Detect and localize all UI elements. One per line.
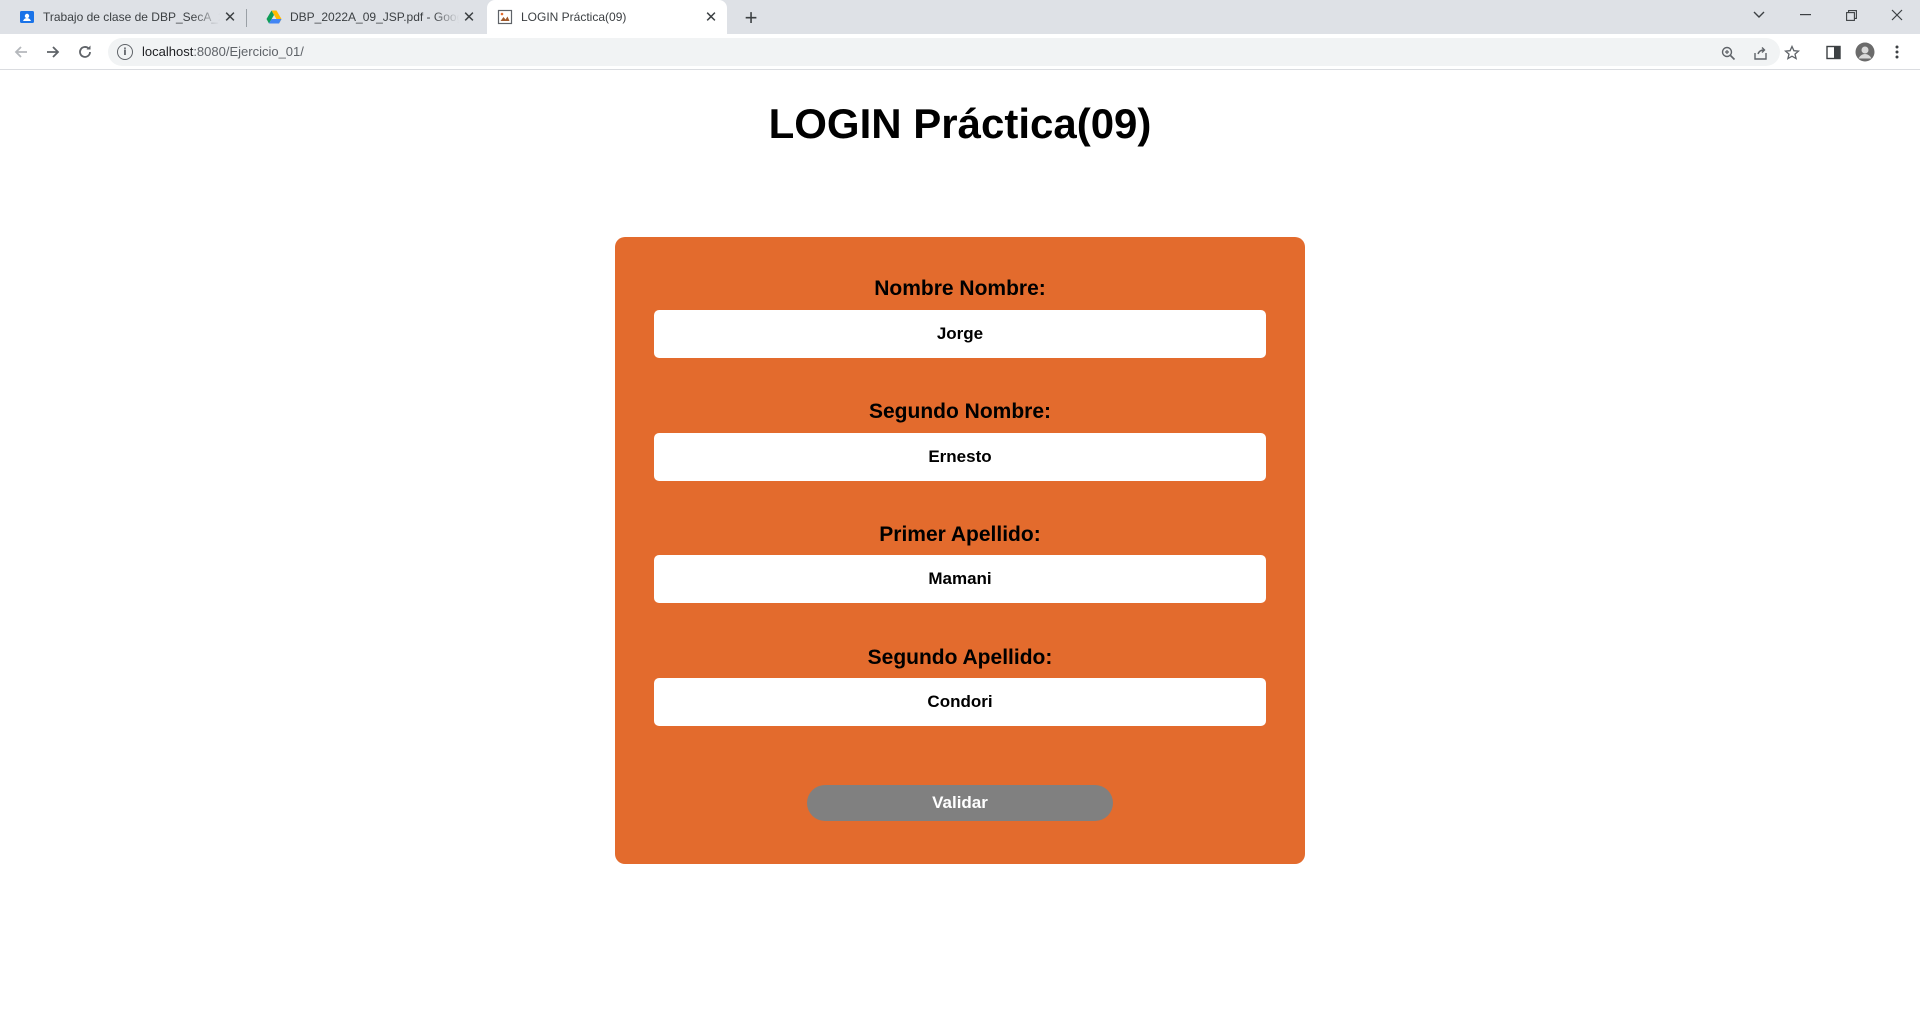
browser-toolbar: i localhost:8080/Ejercicio_01/ (0, 34, 1920, 70)
more-menu-icon[interactable] (1887, 42, 1907, 62)
first-name-label: Nombre Nombre: (874, 277, 1046, 300)
side-panel-icon[interactable] (1823, 42, 1843, 62)
site-info-icon[interactable]: i (117, 44, 133, 60)
tab-title: Trabajo de clase de DBP_SecA_2022 (43, 10, 220, 24)
second-surname-input[interactable] (654, 678, 1266, 726)
tab-title: DBP_2022A_09_JSP.pdf - Google Drive (290, 10, 459, 24)
close-tab-icon[interactable]: ✕ (701, 7, 721, 27)
url-path: :8080/Ejercicio_01/ (193, 44, 304, 59)
close-tab-icon[interactable]: ✕ (220, 7, 240, 27)
close-tab-icon[interactable]: ✕ (459, 7, 479, 27)
login-form: Nombre Nombre: Segundo Nombre: Primer Ap… (615, 237, 1305, 864)
forward-button[interactable] (39, 38, 67, 66)
page-title: LOGIN Práctica(09) (768, 100, 1152, 147)
second-name-input[interactable] (654, 433, 1266, 481)
reload-button[interactable] (71, 38, 99, 66)
zoom-icon[interactable] (1719, 44, 1737, 62)
new-tab-button[interactable]: + (737, 4, 765, 32)
url-host: localhost (142, 44, 194, 59)
address-bar[interactable]: i localhost:8080/Ejercicio_01/ (108, 38, 1800, 66)
bookmark-star-icon[interactable] (1783, 44, 1801, 62)
tab-login-practica[interactable]: LOGIN Práctica(09) ✕ (487, 0, 727, 34)
tab-title: LOGIN Práctica(09) (521, 10, 627, 24)
first-surname-input[interactable] (654, 555, 1266, 603)
url-text[interactable]: localhost:8080/Ejercicio_01/ (142, 44, 304, 59)
tab-bar: Trabajo de clase de DBP_SecA_2022 ✕ DBP_… (0, 0, 1920, 34)
first-name-input[interactable] (654, 310, 1266, 358)
first-surname-label: Primer Apellido: (879, 523, 1041, 546)
tab-google-drive[interactable]: DBP_2022A_09_JSP.pdf - Google Drive ✕ (247, 0, 485, 34)
page-icon (497, 9, 513, 25)
restore-button[interactable] (1828, 0, 1874, 30)
profile-avatar[interactable] (1855, 42, 1875, 62)
google-drive-icon (266, 9, 282, 25)
close-window-button[interactable] (1874, 0, 1920, 30)
tab-search-icon[interactable] (1736, 0, 1782, 30)
tab-classroom[interactable]: Trabajo de clase de DBP_SecA_2022 ✕ (0, 0, 246, 34)
minimize-button[interactable] (1782, 0, 1828, 30)
second-surname-label: Segundo Apellido: (867, 646, 1053, 669)
back-button[interactable] (7, 38, 35, 66)
second-name-label: Segundo Nombre: (869, 400, 1051, 423)
share-icon[interactable] (1751, 44, 1769, 62)
classroom-icon (19, 9, 35, 25)
validate-button[interactable]: Validar (807, 785, 1113, 821)
